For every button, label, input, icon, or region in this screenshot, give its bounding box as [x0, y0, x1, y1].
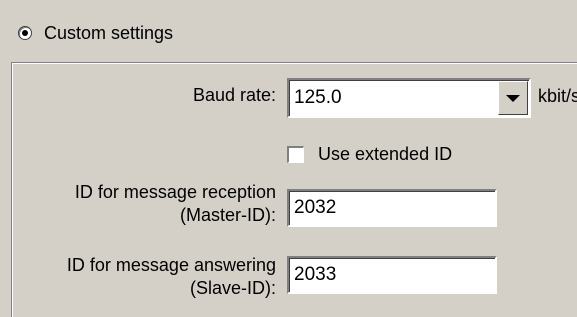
radio-selected-icon[interactable] — [18, 26, 32, 40]
reception-id-label-line2: (Master-ID): — [180, 205, 276, 225]
baud-rate-unit: kbit/s — [538, 86, 577, 106]
baud-rate-select[interactable]: 125.0 — [287, 78, 531, 118]
answering-id-label: ID for message answering (Slave-ID): — [20, 254, 276, 300]
chevron-down-icon[interactable] — [498, 81, 528, 115]
reception-id-input[interactable]: 2032 — [287, 189, 497, 227]
dropdown-arrow — [506, 94, 520, 102]
reception-id-value: 2032 — [294, 197, 337, 218]
extended-id-label: Use extended ID — [318, 144, 453, 164]
baud-rate-label: Baud rate: — [192, 85, 276, 105]
radio-dot — [22, 30, 28, 36]
checkbox-unchecked-icon[interactable] — [287, 146, 304, 163]
reception-id-label-line1: ID for message reception — [74, 182, 276, 202]
answering-id-value: 2033 — [294, 264, 337, 285]
reception-id-label: ID for message reception (Master-ID): — [20, 181, 276, 227]
answering-id-input[interactable]: 2033 — [287, 256, 497, 294]
extended-id-checkbox-row[interactable]: Use extended ID — [287, 144, 452, 165]
custom-settings-label: Custom settings — [44, 22, 174, 43]
answering-id-label-line1: ID for message answering — [66, 255, 276, 275]
custom-settings-radio[interactable]: Custom settings — [18, 18, 173, 48]
answering-id-label-line2: (Slave-ID): — [189, 278, 276, 298]
baud-rate-value: 125.0 — [294, 87, 342, 108]
